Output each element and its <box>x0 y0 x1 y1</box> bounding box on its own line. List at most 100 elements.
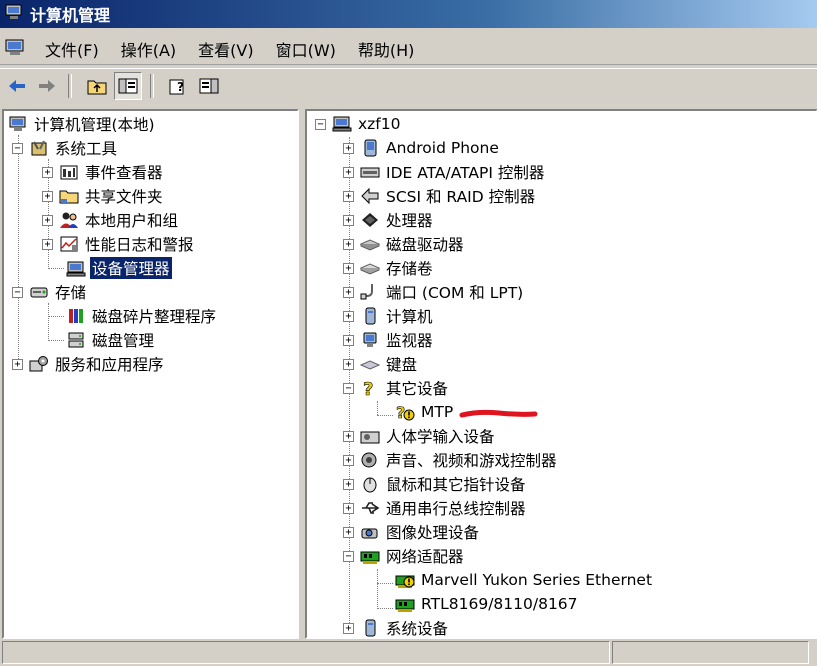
tree-connector <box>377 401 378 415</box>
menu-view[interactable]: 查看(V) <box>187 37 264 61</box>
expand-toggle[interactable]: + <box>343 454 354 466</box>
expand-toggle[interactable]: + <box>343 190 354 202</box>
speaker-icon <box>360 451 380 469</box>
console-icon[interactable] <box>4 37 26 61</box>
device-storage-volumes[interactable]: + 存储卷 <box>343 257 435 279</box>
tree-connector <box>377 583 393 584</box>
scsi-icon <box>360 187 380 205</box>
expand-toggle[interactable]: + <box>343 286 354 298</box>
menu-file[interactable]: 文件(F) <box>34 37 110 61</box>
expand-toggle[interactable]: + <box>343 478 354 490</box>
device-disk-drives[interactable]: + 磁盘驱动器 <box>343 233 466 255</box>
device-keyboards[interactable]: + 键盘 <box>343 353 419 375</box>
tree-label: 图像处理设备 <box>386 524 480 542</box>
tree-item-storage[interactable]: − 存储 <box>12 281 88 303</box>
collapse-toggle[interactable]: − <box>12 286 23 298</box>
expand-toggle[interactable]: + <box>42 166 53 178</box>
tree-label: 系统工具 <box>55 140 118 158</box>
device-mtp[interactable]: ? MTP <box>395 401 455 423</box>
device-computer[interactable]: + 计算机 <box>343 305 435 327</box>
device-ide-controller[interactable]: + IDE ATA/ATAPI 控制器 <box>343 161 546 183</box>
tree-item-local-users[interactable]: + 本地用户和组 <box>42 209 180 231</box>
tree-label: 服务和应用程序 <box>55 356 164 374</box>
forward-icon[interactable] <box>34 73 60 99</box>
tree-connector <box>48 316 64 317</box>
tree-item-device-manager[interactable]: 设备管理器 <box>66 257 172 279</box>
expand-toggle[interactable]: + <box>343 142 354 154</box>
expand-toggle[interactable]: + <box>343 214 354 226</box>
monitor-icon <box>360 331 380 349</box>
tree-label: xzf10 <box>358 115 401 133</box>
tree-label: 存储卷 <box>386 260 433 278</box>
device-scsi-raid[interactable]: + SCSI 和 RAID 控制器 <box>343 185 537 207</box>
expand-toggle[interactable]: + <box>343 238 354 250</box>
expand-toggle[interactable]: + <box>343 310 354 322</box>
device-tree-pane[interactable]: − xzf10 + Android Phone + IDE ATA/ATAPI … <box>305 109 817 639</box>
device-system-devices[interactable]: + 系统设备 <box>343 617 450 637</box>
device-rtl8169[interactable]: RTL8169/8110/8167 <box>395 593 580 615</box>
up-folder-icon[interactable] <box>84 73 110 99</box>
toolbar-separator <box>150 74 154 98</box>
expand-toggle[interactable]: + <box>343 526 354 538</box>
tree-label: 磁盘驱动器 <box>386 236 464 254</box>
collapse-toggle[interactable]: − <box>343 382 354 394</box>
device-network-adapters[interactable]: − 网络适配器 <box>343 545 466 567</box>
tree-item-performance-logs[interactable]: + 性能日志和警报 <box>42 233 196 255</box>
tree-item-disk-management[interactable]: 磁盘管理 <box>66 329 156 351</box>
expand-toggle[interactable]: + <box>343 262 354 274</box>
device-other-devices[interactable]: − ? 其它设备 <box>343 377 450 399</box>
action-pane-icon[interactable] <box>196 73 222 99</box>
tree-label: 通用串行总线控制器 <box>386 500 526 518</box>
tree-label: 监视器 <box>386 332 433 350</box>
show-hide-console-tree-icon[interactable] <box>114 72 142 100</box>
tree-label: 事件查看器 <box>85 164 163 182</box>
tree-root[interactable]: 计算机管理(本地) <box>8 113 157 135</box>
expand-toggle[interactable]: + <box>12 358 23 370</box>
device-hid[interactable]: + 人体学输入设备 <box>343 425 497 447</box>
device-marvell-ethernet[interactable]: Marvell Yukon Series Ethernet <box>395 569 654 591</box>
collapse-toggle[interactable]: − <box>315 118 326 130</box>
device-imaging[interactable]: + 图像处理设备 <box>343 521 481 543</box>
device-monitors[interactable]: + 监视器 <box>343 329 435 351</box>
tree-label: 键盘 <box>386 356 418 374</box>
collapse-toggle[interactable]: − <box>343 550 354 562</box>
network-adapter-warning-icon <box>395 571 415 589</box>
status-bar <box>0 639 817 666</box>
tree-item-services-apps[interactable]: + 服务和应用程序 <box>12 353 166 375</box>
expand-toggle[interactable]: + <box>42 238 53 250</box>
collapse-toggle[interactable]: − <box>12 142 23 154</box>
expand-toggle[interactable]: + <box>343 430 354 442</box>
keyboard-icon <box>360 355 380 373</box>
device-ports[interactable]: + 端口 (COM 和 LPT) <box>343 281 525 303</box>
computer-icon <box>8 115 28 133</box>
device-sound-video[interactable]: + 声音、视频和游戏控制器 <box>343 449 559 471</box>
menu-window[interactable]: 窗口(W) <box>265 37 347 61</box>
tree-label: Android Phone <box>386 139 499 157</box>
menu-action[interactable]: 操作(A) <box>110 37 187 61</box>
menu-help[interactable]: 帮助(H) <box>347 37 426 61</box>
expand-toggle[interactable]: + <box>42 190 53 202</box>
device-root[interactable]: − xzf10 <box>315 113 403 135</box>
expand-toggle[interactable]: + <box>343 166 354 178</box>
tree-item-system-tools[interactable]: − 系统工具 <box>12 137 119 159</box>
tree-item-event-viewer[interactable]: + 事件查看器 <box>42 161 165 183</box>
title-bar[interactable]: 计算机管理 <box>0 0 817 28</box>
tree-label: IDE ATA/ATAPI 控制器 <box>386 164 545 182</box>
expand-toggle[interactable]: + <box>42 214 53 226</box>
toolbar-separator <box>68 74 72 98</box>
tree-item-disk-defragmenter[interactable]: 磁盘碎片整理程序 <box>66 305 218 327</box>
tree-label: 本地用户和组 <box>85 212 179 230</box>
expand-toggle[interactable]: + <box>343 358 354 370</box>
device-usb-controllers[interactable]: + 通用串行总线控制器 <box>343 497 528 519</box>
console-tree-pane[interactable]: 计算机管理(本地) − 系统工具 + 事件查看器 + 共享文件夹 + 本地用户和… <box>2 109 299 639</box>
tree-item-shared-folders[interactable]: + 共享文件夹 <box>42 185 165 207</box>
expand-toggle[interactable]: + <box>343 334 354 346</box>
expand-toggle[interactable]: + <box>343 622 354 634</box>
device-mice[interactable]: + 鼠标和其它指针设备 <box>343 473 528 495</box>
back-icon[interactable] <box>4 73 30 99</box>
device-android-phone[interactable]: + Android Phone <box>343 137 501 159</box>
expand-toggle[interactable]: + <box>343 502 354 514</box>
device-processor[interactable]: + 处理器 <box>343 209 435 231</box>
warning-device-icon: ? <box>395 403 415 421</box>
help-icon[interactable]: ? <box>166 73 192 99</box>
